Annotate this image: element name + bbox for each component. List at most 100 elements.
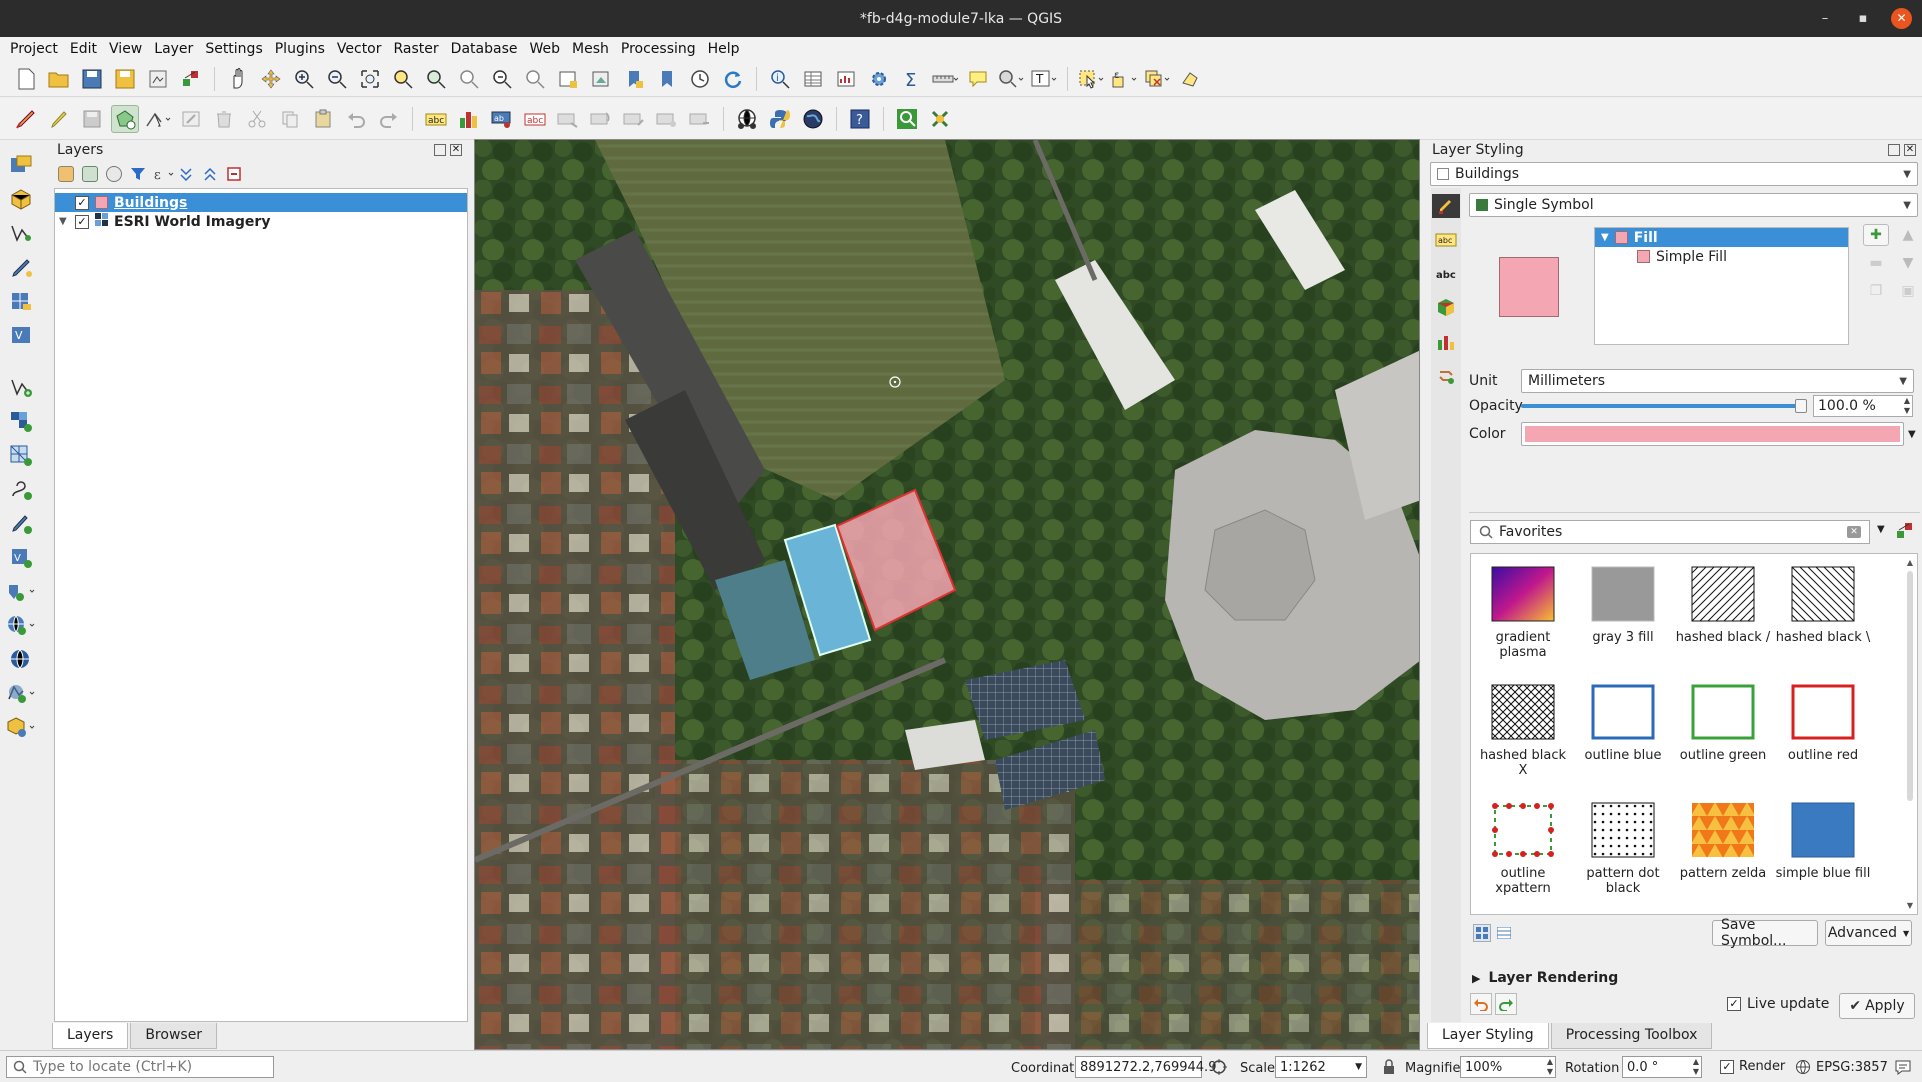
tab-layer-styling[interactable]: Layer Styling <box>1427 1023 1549 1049</box>
filter-legend-icon[interactable] <box>130 166 146 182</box>
copy-features-icon[interactable] <box>276 105 304 133</box>
menu-edit[interactable]: Edit <box>64 41 103 57</box>
remove-layer-icon[interactable] <box>226 166 242 182</box>
attribute-table-icon[interactable] <box>799 65 827 93</box>
symbol-pattern-zelda[interactable]: pattern zelda <box>1675 802 1771 881</box>
symbol-gradient-plasma[interactable]: gradient plasma <box>1475 566 1571 660</box>
save-symbol-button[interactable]: Save Symbol... <box>1712 917 1818 949</box>
add-raster-grid-icon[interactable] <box>6 408 36 434</box>
unit-select[interactable]: Millimeters ▼ <box>1521 369 1914 393</box>
change-label-icon[interactable] <box>620 105 648 133</box>
text-annotation-icon[interactable]: T <box>1030 65 1058 93</box>
scale-combo[interactable]: 1:1262 ▼ <box>1275 1056 1367 1078</box>
new-bookmark-icon[interactable] <box>620 65 648 93</box>
spatial-bookmark-search-icon[interactable] <box>997 65 1025 93</box>
layer-rendering-section[interactable]: ▶ Layer Rendering <box>1472 970 1618 986</box>
new-project-icon[interactable] <box>12 65 40 93</box>
add-wms-layer-icon[interactable] <box>6 578 36 604</box>
diagram-options-icon[interactable] <box>455 105 483 133</box>
add-wcs-layer-icon[interactable] <box>6 646 36 672</box>
diagrams-tab-icon[interactable] <box>1432 330 1460 354</box>
add-raster-layer-icon[interactable] <box>6 288 36 314</box>
close-panel-icon[interactable]: ✕ <box>1904 144 1916 156</box>
menu-processing[interactable]: Processing <box>615 41 702 57</box>
add-postgis-icon[interactable] <box>6 510 36 536</box>
delete-selected-icon[interactable] <box>210 105 238 133</box>
statistical-summary-icon[interactable] <box>832 65 860 93</box>
zoom-in-icon[interactable] <box>290 65 318 93</box>
paste-features-icon[interactable] <box>309 105 337 133</box>
advanced-button[interactable]: Advanced ▼ <box>1825 920 1912 946</box>
digitizing-pencil-icon[interactable] <box>12 105 40 133</box>
layer-row-esri-world-imagery[interactable]: ▼ ✓ ESRI World Imagery <box>55 212 467 231</box>
locator-input[interactable]: Type to locate (Ctrl+K) <box>6 1056 274 1078</box>
opacity-spinbox[interactable]: 100.0 % ▲ ▼ <box>1813 395 1913 417</box>
save-edits-icon[interactable] <box>78 105 106 133</box>
print-layout-icon[interactable] <box>144 65 172 93</box>
rotation-spinbox[interactable]: 0.0 ° ▲ ▼ <box>1622 1056 1702 1078</box>
identify-features-icon[interactable]: i <box>766 65 794 93</box>
zoom-to-layer-icon[interactable] <box>422 65 450 93</box>
save-project-icon[interactable] <box>78 65 106 93</box>
duplicate-layer-icon[interactable]: ❐ <box>1863 280 1889 302</box>
opacity-slider-handle[interactable] <box>1795 399 1807 413</box>
menu-mesh[interactable]: Mesh <box>566 41 615 57</box>
menu-raster[interactable]: Raster <box>388 41 445 57</box>
clear-search-icon[interactable]: ✕ <box>1847 526 1861 538</box>
render-checkbox[interactable]: ✓ Render <box>1720 1059 1785 1074</box>
select-by-expression-icon[interactable]: ε <box>1110 65 1138 93</box>
plugin-tool-icon[interactable] <box>926 105 954 133</box>
symbol-hashed-black-back[interactable]: hashed black \ <box>1775 566 1871 645</box>
symbol-row-simple-fill[interactable]: Simple Fill <box>1595 247 1848 266</box>
deselect-icon[interactable] <box>1143 65 1171 93</box>
collapse-arrow-icon[interactable]: ▼ <box>1601 232 1609 243</box>
show-bookmarks-icon[interactable] <box>653 65 681 93</box>
symbol-outline-green[interactable]: outline green <box>1675 684 1771 763</box>
add-wfs-layer-icon[interactable] <box>6 612 36 638</box>
temporal-controller-icon[interactable] <box>686 65 714 93</box>
favorites-scrollbar[interactable]: ▲ ▼ <box>1905 558 1915 910</box>
move-label-icon[interactable] <box>554 105 582 133</box>
vertex-tool-icon[interactable] <box>144 105 172 133</box>
zoom-next-icon[interactable] <box>521 65 549 93</box>
symbol-outline-blue[interactable]: outline blue <box>1575 684 1671 763</box>
preview-label-icon[interactable] <box>686 105 714 133</box>
masks-tab-icon[interactable]: abc <box>1432 262 1460 286</box>
add-tile-layer-icon[interactable] <box>6 714 36 740</box>
save-as-icon[interactable] <box>111 65 139 93</box>
menu-project[interactable]: Project <box>4 41 64 57</box>
field-calculator-icon[interactable]: Σ <box>898 65 926 93</box>
list-view-toggle[interactable] <box>1495 924 1513 942</box>
modify-attributes-icon[interactable] <box>177 105 205 133</box>
add-delimited-text-icon[interactable] <box>6 254 36 280</box>
tab-processing-toolbox[interactable]: Processing Toolbox <box>1550 1023 1713 1049</box>
add-group-icon[interactable] <box>82 166 98 182</box>
add-vector-layer-icon[interactable] <box>6 220 36 246</box>
map-tips-icon[interactable] <box>964 65 992 93</box>
zoom-out-icon[interactable] <box>323 65 351 93</box>
crs-button[interactable]: EPSG:3857 <box>1795 1059 1888 1075</box>
tab-layers[interactable]: Layers <box>52 1023 129 1049</box>
undock-icon[interactable] <box>1888 144 1900 156</box>
pan-map-icon[interactable] <box>224 65 252 93</box>
pan-to-selection-icon[interactable] <box>257 65 285 93</box>
layer-visibility-checkbox[interactable]: ✓ <box>75 195 89 210</box>
label-toolbar-icon[interactable]: abc <box>422 105 450 133</box>
redo-style-button[interactable] <box>1495 993 1517 1015</box>
rotate-label-icon[interactable] <box>587 105 615 133</box>
python-console-icon[interactable] <box>766 105 794 133</box>
add-point-layer-icon[interactable] <box>6 374 36 400</box>
symbol-row-fill[interactable]: ▼ Fill <box>1595 228 1848 247</box>
new-map-view-icon[interactable] <box>554 65 582 93</box>
symbol-simple-blue-fill[interactable]: simple blue fill <box>1775 802 1871 881</box>
new-geopackage-icon[interactable] <box>6 186 36 212</box>
apply-button[interactable]: ✔ Apply <box>1839 993 1915 1019</box>
menu-vector[interactable]: Vector <box>331 41 388 57</box>
icon-view-toggle[interactable] <box>1473 924 1491 942</box>
minimize-button[interactable]: – <box>1815 11 1835 26</box>
pin-labels-icon[interactable]: ab <box>488 105 516 133</box>
coordinate-field[interactable]: 8891272.2,769944.9 <box>1075 1056 1216 1078</box>
close-panel-icon[interactable]: ✕ <box>450 144 462 156</box>
toggle-editing-icon[interactable] <box>45 105 73 133</box>
undo-icon[interactable] <box>342 105 370 133</box>
